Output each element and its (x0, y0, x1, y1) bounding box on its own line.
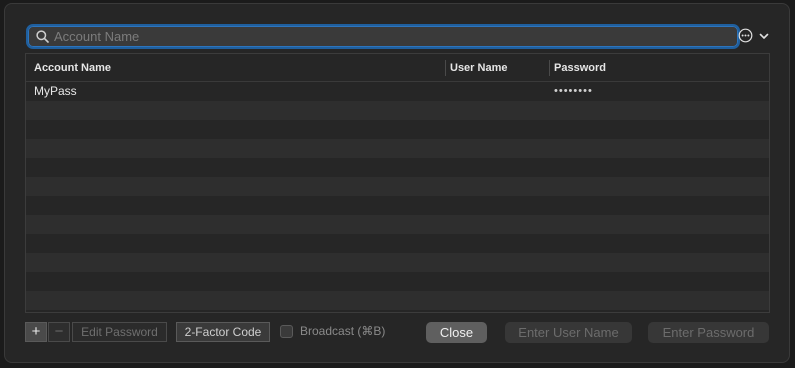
empty-table-row (26, 139, 769, 158)
chevron-down-icon[interactable] (758, 30, 770, 42)
column-header-account-name[interactable]: Account Name (34, 54, 111, 82)
empty-table-row (26, 158, 769, 177)
table-header: Account Name User Name Password (26, 54, 769, 82)
empty-table-row (26, 291, 769, 310)
password-panel: Account Name User Name Password MyPass •… (4, 3, 790, 363)
empty-table-row (26, 234, 769, 253)
edit-password-button[interactable]: Edit Password (72, 322, 167, 342)
empty-table-row (26, 253, 769, 272)
remove-account-button[interactable]: − (48, 322, 70, 342)
empty-table-row (26, 177, 769, 196)
column-divider[interactable] (445, 60, 446, 76)
table-row[interactable]: MyPass •••••••• (26, 82, 769, 101)
broadcast-label: Broadcast (⌘B) (300, 324, 386, 338)
column-divider[interactable] (549, 60, 550, 76)
search-field[interactable] (26, 24, 740, 49)
search-input[interactable] (49, 26, 738, 47)
table-body: MyPass •••••••• (26, 82, 769, 310)
broadcast-checkbox[interactable] (280, 325, 293, 338)
ellipsis-circle-icon[interactable] (738, 28, 753, 43)
close-button[interactable]: Close (426, 322, 487, 343)
enter-user-name-button[interactable]: Enter User Name (505, 322, 632, 343)
column-header-user-name[interactable]: User Name (450, 54, 507, 82)
search-icon (36, 30, 49, 43)
add-account-button[interactable]: + (25, 322, 47, 342)
empty-table-row (26, 272, 769, 291)
column-header-password[interactable]: Password (554, 54, 606, 82)
empty-table-row (26, 101, 769, 120)
empty-table-row (26, 196, 769, 215)
accounts-table: Account Name User Name Password MyPass •… (25, 53, 770, 313)
account-name-cell: MyPass (34, 84, 77, 98)
password-cell: •••••••• (554, 85, 593, 97)
empty-table-row (26, 215, 769, 234)
empty-table-row (26, 120, 769, 139)
two-factor-code-button[interactable]: 2-Factor Code (176, 322, 270, 342)
enter-password-button[interactable]: Enter Password (648, 322, 769, 343)
